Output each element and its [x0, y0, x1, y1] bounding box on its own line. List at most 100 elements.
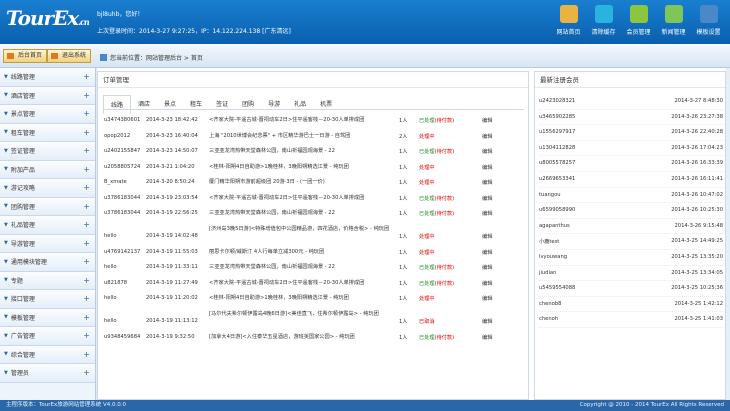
order-product[interactable]: [加拿大4日游]<入住泰华五星酒店，游班芙国家公园> - 纯玩团 — [209, 333, 401, 341]
sidebar-item[interactable]: ▼ 游记攻略 + — [0, 179, 95, 198]
member-name[interactable]: u1556297917 — [539, 129, 575, 135]
sidebar-item[interactable]: ▼ 线路管理 + — [0, 68, 95, 87]
logout-button[interactable]: 退出系统 — [47, 49, 92, 63]
edit-link[interactable]: 编辑 — [482, 195, 492, 202]
sidebar-item[interactable]: ▼ 租车管理 + — [0, 123, 95, 142]
order-time: 2014-3-19 14:02:48 — [146, 232, 198, 239]
order-product[interactable]: 三亚亚龙湾热带天堂森林公园，南山祈福园观海景 - 22 — [209, 263, 401, 271]
edit-link[interactable]: 编辑 — [482, 318, 492, 325]
member-name[interactable]: u2669653341 — [539, 176, 575, 182]
edit-link[interactable]: 编辑 — [482, 117, 492, 124]
order-product[interactable]: 三亚亚龙湾热带天堂森林公园，南山祈福园观海景 - 22 — [209, 147, 401, 155]
plus-icon[interactable]: + — [83, 294, 90, 303]
plus-icon[interactable]: + — [83, 313, 90, 322]
order-product[interactable]: 丽思卡尔顿/威斯汀 4人行每单立减300元 - 纯玩团 — [209, 248, 401, 256]
member-name[interactable]: chenob8 — [539, 301, 561, 307]
plus-icon[interactable]: + — [83, 91, 90, 100]
member-name[interactable]: u5459554088 — [539, 285, 575, 291]
plus-icon[interactable]: + — [83, 257, 90, 266]
plus-icon[interactable]: + — [83, 202, 90, 211]
member-name[interactable]: jiudian — [539, 270, 556, 276]
plus-icon[interactable]: + — [83, 72, 90, 81]
order-product[interactable]: <齐家大院-平遥古城-晋祠动车2日>住平遥客栈－20-30人单排成团 — [209, 279, 401, 287]
edit-link[interactable]: 编辑 — [482, 295, 492, 302]
page-scrollbar[interactable] — [726, 68, 730, 400]
plus-icon[interactable]: + — [83, 276, 90, 285]
plus-icon[interactable]: + — [83, 220, 90, 229]
logo[interactable]: TourEx.cn — [6, 6, 90, 30]
plus-icon[interactable]: + — [83, 146, 90, 155]
edit-link[interactable]: 编辑 — [482, 179, 492, 186]
edit-link[interactable]: 编辑 — [482, 334, 492, 341]
plus-icon[interactable]: + — [83, 183, 90, 192]
sidebar-item[interactable]: ▼ 模板管理 + — [0, 308, 95, 327]
tab-order-type[interactable]: 团购 — [235, 95, 261, 114]
sidebar-item[interactable]: ▼ 景点管理 + — [0, 105, 95, 124]
plus-icon[interactable]: + — [83, 368, 90, 377]
plus-icon[interactable]: + — [83, 128, 90, 137]
top-nav-item-0[interactable]: 网站首页 — [551, 5, 586, 36]
order-qty: 1人 — [399, 249, 408, 256]
plus-icon[interactable]: + — [83, 165, 90, 174]
member-name[interactable]: 小鹿test — [539, 238, 559, 245]
sidebar-item[interactable]: ▼ 广告管理 + — [0, 327, 95, 346]
sidebar-item[interactable]: ▼ 签证管理 + — [0, 142, 95, 161]
sidebar-item[interactable]: ▼ 通用模块管理 + — [0, 253, 95, 272]
member-name[interactable]: u8005578257 — [539, 160, 575, 166]
edit-link[interactable]: 编辑 — [482, 249, 492, 256]
sidebar-item[interactable]: ▼ 综合管理 + — [0, 345, 95, 364]
top-nav-item-1[interactable]: 清除缓存 — [586, 5, 621, 36]
tab-order-type[interactable]: 线路 — [103, 95, 132, 114]
tab-order-type[interactable]: 酒店 — [131, 95, 157, 114]
member-name[interactable]: u3465902285 — [539, 114, 575, 120]
edit-link[interactable]: 编辑 — [482, 210, 492, 217]
member-name[interactable]: chenoh — [539, 316, 558, 322]
plus-icon[interactable]: + — [83, 350, 90, 359]
member-name[interactable]: u6599058990 — [539, 207, 575, 213]
edit-link[interactable]: 编辑 — [482, 264, 492, 271]
order-product[interactable]: 厦门精华阳朔市游前超级团 20游·3日 - (一团一价) — [209, 178, 401, 186]
top-nav-item-2[interactable]: 会员管理 — [621, 5, 656, 36]
order-product[interactable]: [济州岛3晚5日游]<特殊增值包中公园精品游，四花酒店，价格含税> - 纯玩团 — [209, 225, 401, 233]
tab-order-type[interactable]: 机票 — [313, 95, 339, 114]
top-nav-item-4[interactable]: 模板设置 — [691, 5, 726, 36]
sidebar-item[interactable]: ▼ 礼品管理 + — [0, 216, 95, 235]
order-product[interactable]: <桂林-阳朔4日自助游>1晚桂林，3晚阳朔精选江景 - 纯玩团 — [209, 163, 401, 171]
plus-icon[interactable]: + — [83, 109, 90, 118]
edit-link[interactable]: 编辑 — [482, 133, 492, 140]
edit-link[interactable]: 编辑 — [482, 164, 492, 171]
order-product[interactable]: <齐家大院-平遥古城-晋祠动车2日>住平遥客栈－20-30人单排成团 — [209, 194, 401, 202]
sidebar-item[interactable]: ▼ 团购管理 + — [0, 197, 95, 216]
tab-order-type[interactable]: 租车 — [183, 95, 209, 114]
member-name[interactable]: lvyouwang — [539, 254, 567, 260]
sidebar-item[interactable]: ▼ 酒店管理 + — [0, 86, 95, 105]
member-name[interactable]: u1304112828 — [539, 145, 575, 151]
header: TourEx.cn bjl8uhb，您好！ 上次登录时间：2014-3-27 9… — [0, 0, 730, 44]
tab-order-type[interactable]: 导游 — [261, 95, 287, 114]
sidebar-item[interactable]: ▼ 导游管理 + — [0, 234, 95, 253]
order-product[interactable]: 上海 "2010世博会纪念票" + 市区精华游巴士一日游 - 自驾团 — [209, 132, 401, 140]
sidebar-item-label: 团购管理 — [10, 203, 35, 211]
plus-icon[interactable]: + — [83, 331, 90, 340]
edit-link[interactable]: 编辑 — [482, 148, 492, 155]
sidebar-item[interactable]: ▼ 管理员 + — [0, 364, 95, 383]
tab-order-type[interactable]: 礼品 — [287, 95, 313, 114]
tab-order-type[interactable]: 景点 — [157, 95, 183, 114]
member-name[interactable]: u2423028321 — [539, 98, 575, 104]
order-qty: 1人 — [399, 318, 408, 325]
order-product[interactable]: <齐家大院-平遥古城-晋祠动车2日>住平遥客栈－20-30人单排成团 — [209, 116, 401, 124]
tab-order-type[interactable]: 签证 — [209, 95, 235, 114]
sidebar-item[interactable]: ▼ 专题 + — [0, 271, 95, 290]
sidebar-item[interactable]: ▼ 附加产品 + — [0, 160, 95, 179]
member-name[interactable]: tuangou — [539, 192, 561, 198]
sidebar-item[interactable]: ▼ 接口管理 + — [0, 290, 95, 309]
edit-link[interactable]: 编辑 — [482, 233, 492, 240]
member-name[interactable]: agapanthus — [539, 223, 570, 229]
order-product[interactable]: [马尔代夫希尔顿伊露岛4晚6日游]<美佳直飞，住希尔顿伊露岛> - 纯玩团 — [209, 310, 401, 318]
admin-home-button[interactable]: 后台首页 — [3, 49, 48, 63]
order-product[interactable]: <桂林-阳朔4日自助游>1晚桂林，3晚阳朔精选江景 - 纯玩团 — [209, 294, 401, 302]
plus-icon[interactable]: + — [83, 239, 90, 248]
order-product[interactable]: 三亚亚龙湾热带天堂森林公园，南山祈福园观海景 - 22 — [209, 209, 401, 217]
top-nav-item-3[interactable]: 新闻管理 — [656, 5, 691, 36]
edit-link[interactable]: 编辑 — [482, 280, 492, 287]
